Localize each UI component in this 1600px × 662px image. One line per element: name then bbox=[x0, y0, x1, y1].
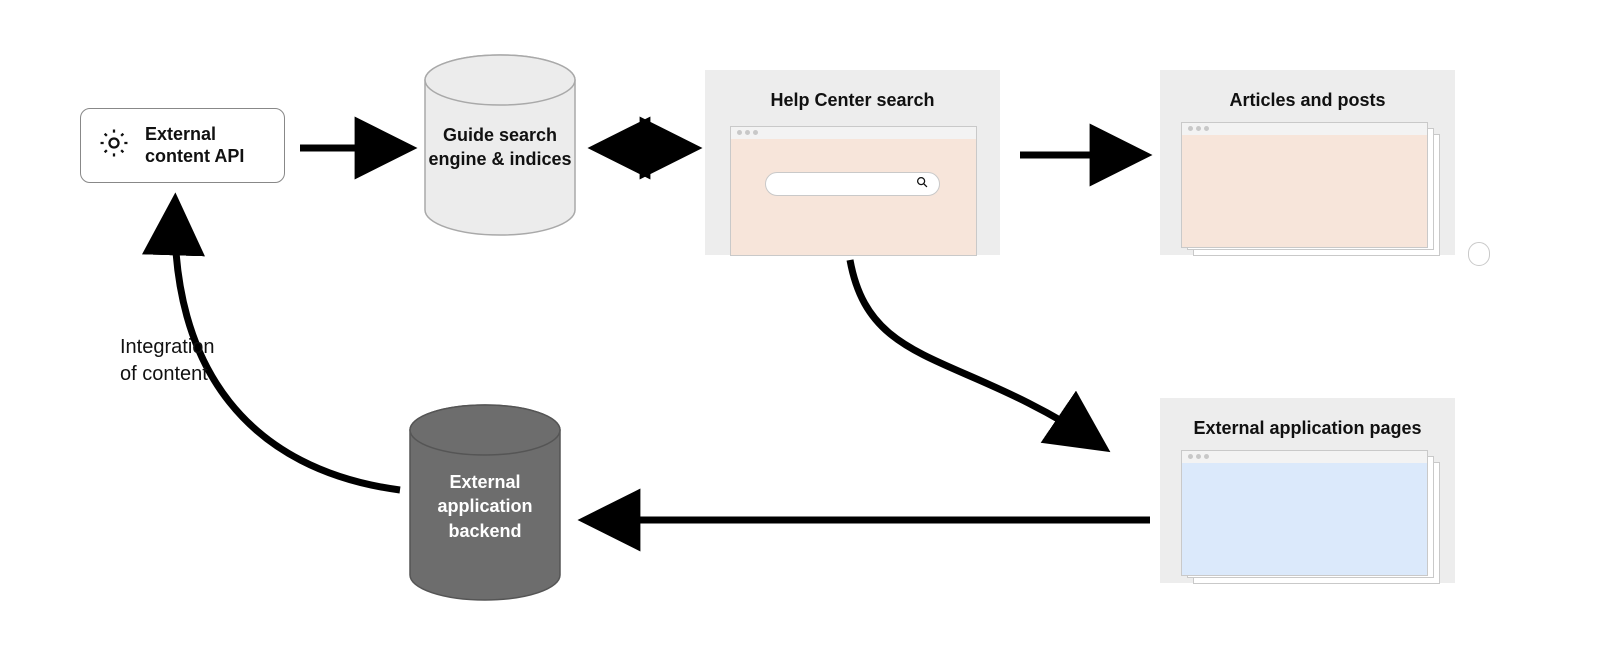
integration-edge-label: Integration of content bbox=[120, 334, 250, 388]
search-icon bbox=[915, 175, 929, 194]
arrow-helpcenter-extpages bbox=[850, 260, 1100, 445]
guide-search-label: Guide search engine & indices bbox=[425, 123, 575, 172]
external-backend-label: External application backend bbox=[415, 470, 555, 543]
api-label: External content API bbox=[145, 124, 244, 167]
external-pages-title: External application pages bbox=[1160, 416, 1455, 440]
gear-icon bbox=[97, 126, 131, 165]
node-external-pages: External application pages bbox=[1160, 398, 1455, 583]
articles-title: Articles and posts bbox=[1160, 88, 1455, 112]
search-input bbox=[765, 172, 940, 196]
node-external-content-api: External content API bbox=[80, 108, 285, 183]
diagram-stage: External content API Guide search engine… bbox=[0, 0, 1600, 662]
node-articles-posts: Articles and posts bbox=[1160, 70, 1455, 255]
help-center-title: Help Center search bbox=[705, 88, 1000, 112]
node-help-center-search: Help Center search bbox=[705, 70, 1000, 255]
